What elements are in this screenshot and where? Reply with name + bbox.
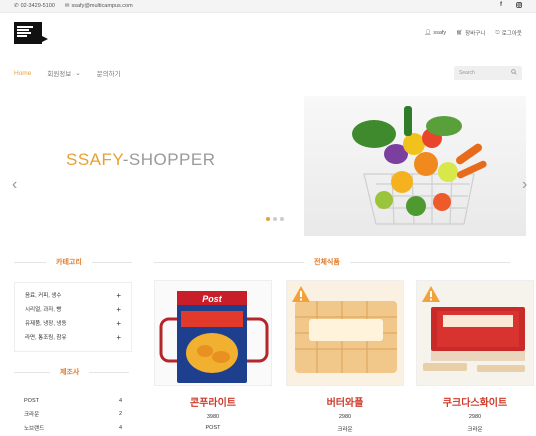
- product-price: 3980: [206, 414, 220, 420]
- hero-title: SSAFY-SHOPPER: [66, 150, 216, 169]
- maker-heading: 제조사: [14, 367, 134, 377]
- product-image[interactable]: [416, 280, 534, 386]
- maker-list: POST 4 크라운 2 노브랜드 4: [14, 394, 132, 436]
- user-icon: 👤︎: [424, 30, 432, 36]
- phone-icon: ✆: [14, 3, 19, 9]
- product-name[interactable]: 버터와플: [286, 394, 404, 409]
- social-links: f: [500, 2, 522, 10]
- instagram-icon[interactable]: [516, 2, 522, 10]
- product-card[interactable]: Post 콘푸라이트 3980 POST: [154, 280, 272, 436]
- category-item[interactable]: 시리얼, 과자, 빵 +: [15, 302, 131, 316]
- product-maker: 크라운: [337, 427, 353, 433]
- user-link[interactable]: 👤︎ ssafy: [424, 29, 446, 37]
- plus-icon[interactable]: +: [116, 291, 121, 300]
- nav-inquiry[interactable]: 문의하기: [97, 68, 121, 78]
- next-slide-icon[interactable]: ›: [522, 176, 527, 194]
- slide-dot[interactable]: [280, 217, 284, 221]
- category-item[interactable]: 라면, 통조림, 참유 +: [15, 330, 131, 344]
- product-maker: 크라운: [467, 427, 483, 433]
- search-input[interactable]: Search: [454, 66, 522, 80]
- cart-link[interactable]: 🛒︎ 장바구니: [456, 29, 485, 37]
- logout-icon: ⎋: [495, 29, 500, 36]
- maker-item[interactable]: 크라운 2: [14, 408, 132, 422]
- top-bar: ✆ 02-3429-5100 ✉ ssafy@multicampus.com f: [0, 0, 536, 13]
- plus-icon[interactable]: +: [116, 333, 121, 342]
- product-image[interactable]: [286, 280, 404, 386]
- all-foods-heading: 전체식품: [154, 257, 528, 267]
- product-maker: POST: [205, 425, 221, 431]
- product-price: 2980: [338, 414, 352, 420]
- product-card[interactable]: 버터와플 2980 크라운: [286, 280, 404, 436]
- product-card[interactable]: 쿠크다스화이트 2980 크라운: [416, 280, 534, 436]
- envelope-icon: ✉: [64, 3, 70, 9]
- plus-icon[interactable]: +: [116, 305, 121, 314]
- cart-icon: 🛒︎: [456, 30, 464, 36]
- product-name[interactable]: 쿠크다스화이트: [416, 394, 534, 409]
- warning-icon: [292, 286, 310, 302]
- logo[interactable]: [14, 22, 48, 44]
- slide-dots: [266, 217, 284, 221]
- hero-slider: ‹ SSAFY-SHOPPER ›: [0, 94, 536, 240]
- plus-icon[interactable]: +: [116, 319, 121, 328]
- category-heading: 카테고리: [14, 257, 134, 267]
- product-price: 2980: [468, 414, 482, 420]
- facebook-icon[interactable]: f: [500, 2, 502, 10]
- nav-member-info[interactable]: 회원정보 ⌄: [47, 68, 80, 78]
- nav-home[interactable]: Home: [14, 70, 31, 77]
- slide-dot[interactable]: [273, 217, 277, 221]
- main-nav: Home 회원정보 ⌄ 문의하기 Search: [0, 64, 536, 82]
- maker-item[interactable]: 노브랜드 4: [14, 421, 132, 435]
- svg-text:Post: Post: [202, 294, 223, 304]
- product-name[interactable]: 콘푸라이트: [154, 394, 272, 409]
- user-links: 👤︎ ssafy 🛒︎ 장바구니 ⎋ 로그아웃: [424, 29, 522, 38]
- category-item[interactable]: 유제품, 냉장, 냉동 +: [15, 316, 131, 330]
- search-icon[interactable]: [511, 69, 517, 77]
- phone: ✆ 02-3429-5100: [14, 3, 55, 9]
- logout-link[interactable]: ⎋ 로그아웃: [495, 29, 522, 38]
- maker-item[interactable]: POST 4: [14, 394, 132, 408]
- warning-icon: [422, 286, 440, 302]
- product-image[interactable]: Post: [154, 280, 272, 386]
- chevron-down-icon: ⌄: [75, 70, 81, 77]
- prev-slide-icon[interactable]: ‹: [12, 176, 17, 194]
- slide-dot[interactable]: [266, 217, 270, 221]
- category-list: 음료, 커피, 생수 + 시리얼, 과자, 빵 + 유제품, 냉장, 냉동 + 라면,…: [14, 282, 132, 352]
- category-item[interactable]: 음료, 커피, 생수 +: [15, 288, 131, 302]
- site-header: 👤︎ ssafy 🛒︎ 장바구니 ⎋ 로그아웃: [0, 13, 536, 53]
- email[interactable]: ✉ ssafy@multicampus.com: [65, 3, 133, 9]
- hero-image: [304, 96, 526, 236]
- contact-info: ✆ 02-3429-5100 ✉ ssafy@multicampus.com: [14, 3, 133, 9]
